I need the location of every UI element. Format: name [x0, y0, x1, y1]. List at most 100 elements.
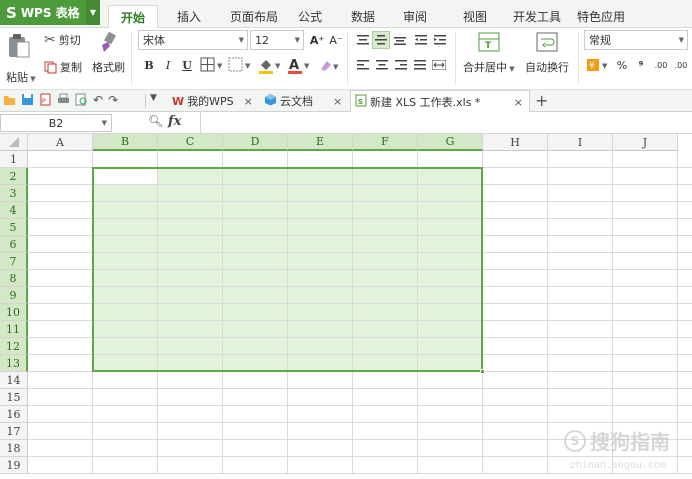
name-box[interactable]: B2 ▼ — [0, 114, 112, 132]
column-header-f[interactable]: F — [353, 134, 418, 151]
column-header-d[interactable]: D — [223, 134, 288, 151]
row-header-3[interactable]: 3 — [0, 185, 28, 202]
new-tab-button[interactable]: + — [535, 91, 548, 110]
cell-style-icon[interactable]: ▼ — [228, 57, 254, 76]
row-header-8[interactable]: 8 — [0, 270, 28, 287]
menu-tab-5[interactable]: 审阅 — [392, 5, 438, 27]
row-header-19[interactable]: 19 — [0, 457, 28, 474]
row-header-5[interactable]: 5 — [0, 219, 28, 236]
increase-indent-icon[interactable] — [431, 31, 449, 49]
svg-text:▼: ▼ — [217, 62, 223, 70]
zoom-search-icon[interactable]: 🔍︎ — [148, 114, 163, 128]
quick-access-dropdown-icon[interactable]: ▼ — [150, 93, 157, 103]
percent-button[interactable]: % — [613, 56, 631, 74]
column-header-a[interactable]: A — [28, 134, 93, 151]
redo-icon[interactable]: ↷ — [108, 93, 118, 109]
menu-tab-2[interactable]: 页面布局 — [223, 5, 285, 27]
close-icon[interactable]: × — [333, 95, 342, 108]
borders-icon[interactable]: ▼ — [200, 57, 226, 76]
copy-button[interactable]: 复制 — [44, 59, 82, 75]
tab-active-workbook[interactable]: S 新建 XLS 工作表.xls * × — [350, 90, 530, 113]
decrease-decimal-button[interactable]: .00 — [672, 56, 690, 74]
bold-button[interactable]: B — [140, 56, 158, 74]
align-right-icon[interactable] — [392, 56, 410, 74]
font-name-select[interactable]: 宋体 ▼ — [138, 30, 248, 50]
grow-font-button[interactable]: A⁺ — [308, 31, 326, 49]
merge-center-icon[interactable]: T — [478, 32, 500, 55]
row-header-13[interactable]: 13 — [0, 355, 28, 372]
menu-tab-4[interactable]: 数据 — [340, 5, 386, 27]
align-bottom-icon[interactable] — [391, 31, 409, 49]
shrink-font-button[interactable]: A⁻ — [327, 31, 345, 49]
row-header-10[interactable]: 10 — [0, 304, 28, 321]
select-all-corner[interactable] — [0, 134, 28, 151]
brush-icon[interactable] — [98, 31, 118, 57]
column-header-j[interactable]: J — [613, 134, 678, 151]
clear-format-icon[interactable]: ▼ — [318, 57, 344, 78]
menu-tab-6[interactable]: 视图 — [452, 5, 498, 27]
font-color-icon[interactable]: A ▼ — [287, 57, 313, 78]
row-header-6[interactable]: 6 — [0, 236, 28, 253]
undo-icon[interactable]: ↶ — [93, 93, 103, 109]
menu-tab-0[interactable]: 开始 — [108, 5, 158, 29]
row-header-11[interactable]: 11 — [0, 321, 28, 338]
column-header-e[interactable]: E — [288, 134, 353, 151]
align-middle-icon[interactable] — [372, 31, 390, 49]
align-left-icon[interactable] — [354, 56, 372, 74]
wps-logo-button[interactable]: S WPS 表格 — [0, 0, 98, 25]
save-icon[interactable] — [21, 93, 34, 109]
column-header-c[interactable]: C — [158, 134, 223, 151]
align-top-icon[interactable] — [354, 31, 372, 49]
column-header-b[interactable]: B — [93, 134, 158, 151]
formula-input[interactable] — [204, 115, 690, 131]
print-icon[interactable] — [57, 93, 70, 109]
decrease-indent-icon[interactable] — [412, 31, 430, 49]
row-header-14[interactable]: 14 — [0, 372, 28, 389]
row-header-15[interactable]: 15 — [0, 389, 28, 406]
menu-tab-1[interactable]: 插入 — [166, 5, 212, 27]
column-header-i[interactable]: I — [548, 134, 613, 151]
fill-handle[interactable] — [480, 369, 485, 374]
wrap-text-icon[interactable] — [536, 32, 558, 55]
format-painter-button[interactable]: 格式刷 — [92, 59, 125, 75]
row-header-18[interactable]: 18 — [0, 440, 28, 457]
print-preview-icon[interactable] — [75, 93, 88, 109]
increase-decimal-button[interactable]: .00 — [652, 56, 670, 74]
underline-button[interactable]: U — [178, 56, 196, 74]
row-header-2[interactable]: 2 — [0, 168, 28, 185]
font-size-select[interactable]: 12 ▼ — [250, 30, 304, 50]
number-format-select[interactable]: 常规 ▼ — [584, 30, 688, 50]
italic-button[interactable]: I — [159, 56, 177, 74]
close-icon[interactable]: × — [514, 96, 523, 109]
comma-button[interactable]: ⁹ — [632, 56, 650, 74]
app-menu-dropdown[interactable]: ▼ — [86, 0, 100, 25]
open-icon[interactable] — [3, 93, 16, 109]
row-header-12[interactable]: 12 — [0, 338, 28, 355]
cut-button[interactable]: ✂ 剪切 — [44, 32, 81, 48]
tab-cloud-docs[interactable]: 云文档 × — [264, 90, 350, 112]
menu-tab-7[interactable]: 开发工具 — [507, 5, 567, 27]
paste-button[interactable]: 粘贴 ▼ — [6, 69, 36, 85]
row-header-17[interactable]: 17 — [0, 423, 28, 440]
insert-function-button[interactable]: fx — [168, 114, 181, 129]
export-pdf-icon[interactable]: P — [39, 93, 52, 109]
row-header-16[interactable]: 16 — [0, 406, 28, 423]
row-header-7[interactable]: 7 — [0, 253, 28, 270]
menu-tab-3[interactable]: 公式 — [290, 5, 330, 27]
currency-icon[interactable]: ¥ ▼ — [586, 57, 612, 76]
merge-center-button[interactable]: 合并居中 ▼ — [463, 59, 515, 75]
fill-color-icon[interactable]: ▼ — [258, 57, 284, 78]
row-header-9[interactable]: 9 — [0, 287, 28, 304]
tab-my-wps[interactable]: W 我的WPS × — [170, 90, 260, 112]
align-center-icon[interactable] — [373, 56, 391, 74]
row-header-1[interactable]: 1 — [0, 151, 28, 168]
paste-icon[interactable] — [6, 32, 40, 64]
close-icon[interactable]: × — [244, 95, 253, 108]
wrap-text-button[interactable]: 自动换行 — [525, 59, 569, 75]
justify-icon[interactable] — [411, 56, 429, 74]
row-header-4[interactable]: 4 — [0, 202, 28, 219]
menu-tab-8[interactable]: 特色应用 — [570, 5, 632, 27]
column-header-g[interactable]: G — [418, 134, 483, 151]
column-header-h[interactable]: H — [483, 134, 548, 151]
distribute-icon[interactable] — [430, 56, 448, 74]
